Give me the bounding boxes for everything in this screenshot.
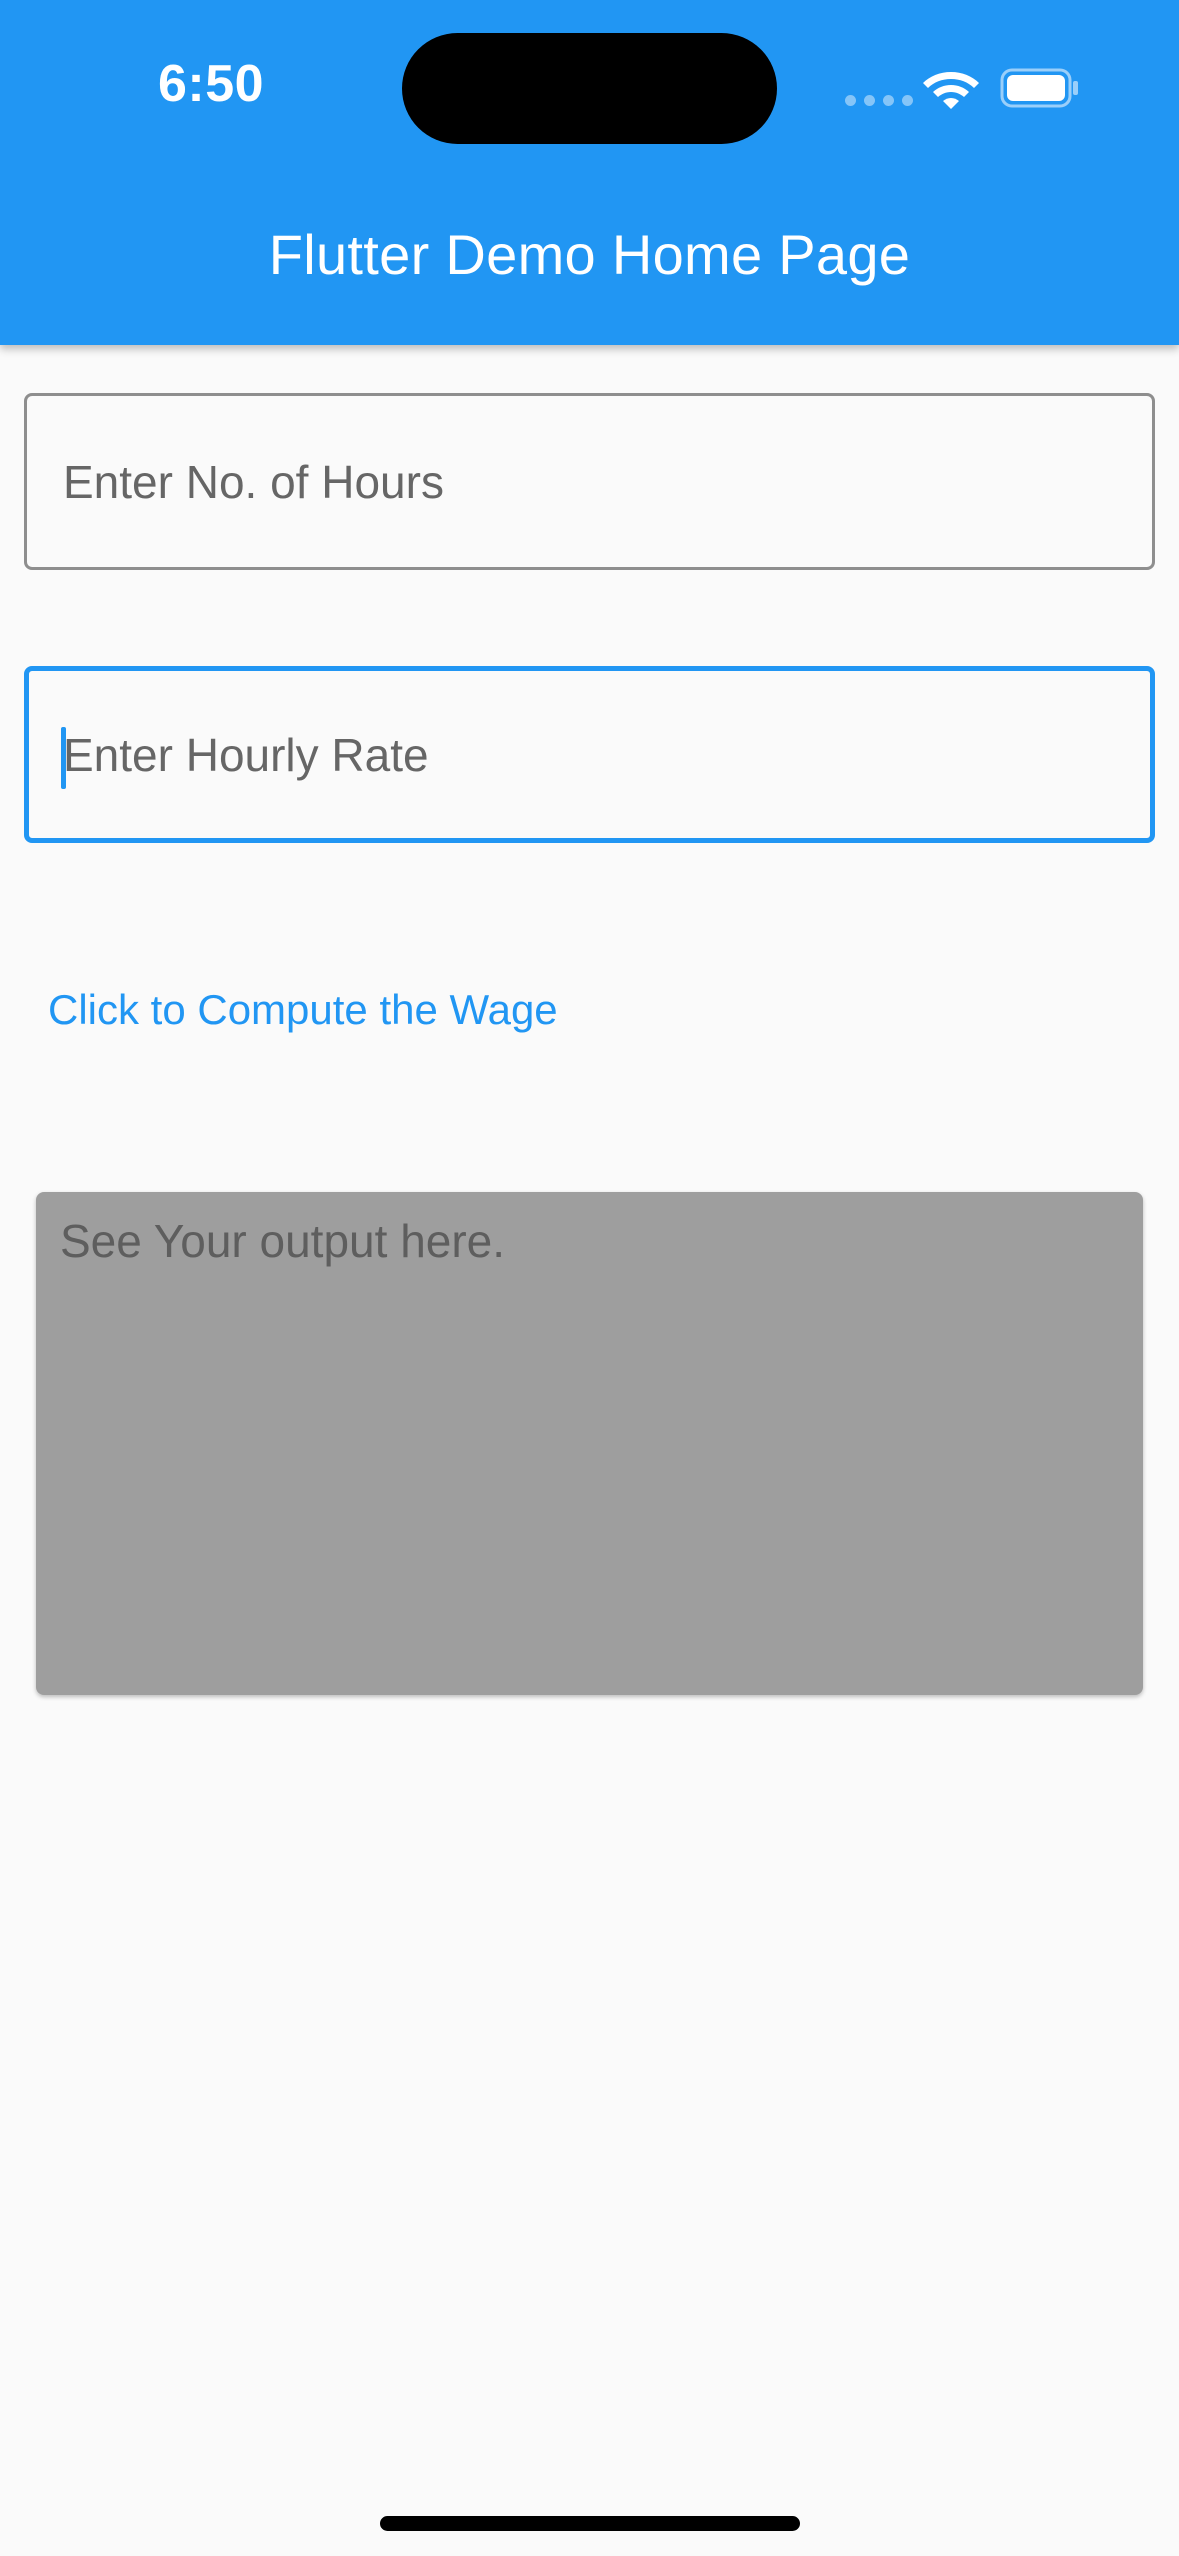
wifi-icon — [923, 72, 979, 109]
dynamic-island — [402, 33, 777, 144]
output-box: See Your output here. — [36, 1192, 1143, 1695]
hourly-rate-input-placeholder: Enter Hourly Rate — [63, 728, 429, 781]
app-bar: 6:50 Flutter Demo Home Page — [0, 0, 1179, 345]
output-text: See Your output here. — [60, 1215, 506, 1267]
compute-wage-button[interactable]: Click to Compute the Wage — [30, 960, 576, 1060]
cellular-dots-icon — [845, 95, 913, 106]
home-indicator[interactable] — [380, 2516, 800, 2531]
app-screen: 6:50 Flutter Demo Home Page Enter No. of… — [0, 0, 1179, 2556]
hourly-rate-input[interactable]: Enter Hourly Rate — [24, 666, 1155, 843]
hours-input-placeholder: Enter No. of Hours — [63, 455, 444, 508]
hours-input[interactable]: Enter No. of Hours — [24, 393, 1155, 570]
battery-icon — [1000, 68, 1078, 108]
status-time: 6:50 — [158, 55, 265, 113]
page-title: Flutter Demo Home Page — [268, 223, 911, 286]
